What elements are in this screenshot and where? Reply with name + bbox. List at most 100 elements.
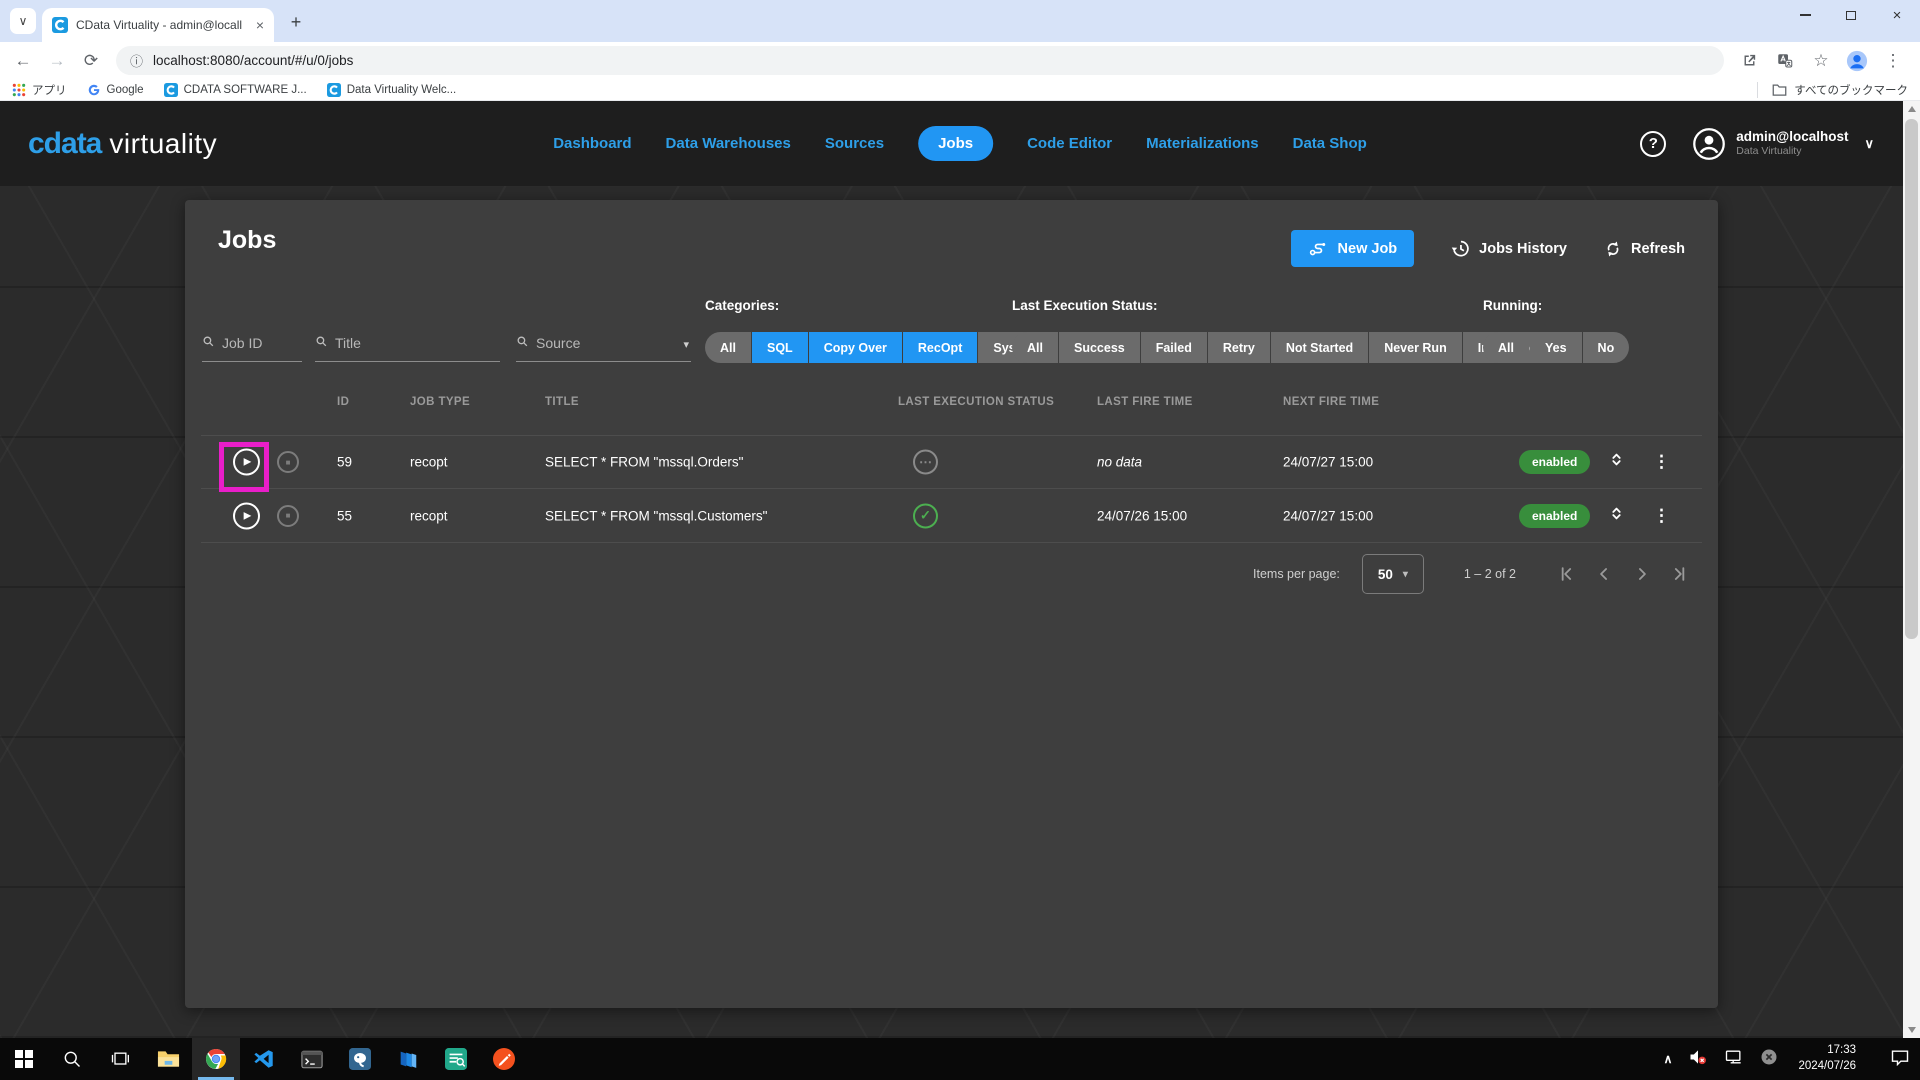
tab-close-icon[interactable]: × [256, 17, 264, 33]
title-input[interactable] [315, 326, 500, 362]
row-menu-icon[interactable]: ⋮ [1653, 452, 1670, 472]
dropdown-arrow-icon[interactable]: ▾ [683, 338, 689, 351]
table-row[interactable]: ▶ ■ 59 recopt SELECT * FROM "mssql.Order… [201, 435, 1702, 489]
bookmark-google[interactable]: Google [87, 83, 144, 97]
app-orange-taskbar-button[interactable] [480, 1038, 528, 1080]
chip-running-no[interactable]: No [1583, 332, 1630, 363]
col-id: ID [337, 396, 349, 408]
close-window-button[interactable]: × [1874, 0, 1920, 30]
chip-status-never-run[interactable]: Never Run [1369, 332, 1462, 363]
main-nav: Dashboard Data Warehouses Sources Jobs C… [553, 126, 1367, 161]
volume-muted-icon[interactable] [1688, 1048, 1708, 1071]
chip-status-all[interactable]: All [1012, 332, 1058, 363]
chip-status-retry[interactable]: Retry [1208, 332, 1270, 363]
stop-job-button[interactable]: ■ [277, 451, 299, 473]
first-page-button[interactable] [1556, 564, 1576, 584]
run-job-button[interactable]: ▶ [233, 502, 260, 529]
scroll-down-icon[interactable] [1903, 1022, 1920, 1038]
open-in-new-icon[interactable] [1734, 46, 1764, 76]
nav-code-editor[interactable]: Code Editor [1027, 135, 1112, 152]
clock[interactable]: 17:33 2024/07/26 [1798, 1043, 1856, 1074]
address-bar[interactable]: ⓘ localhost:8080/account/#/u/0/jobs [116, 46, 1724, 75]
all-bookmarks-button[interactable]: すべてのブックマーク [1757, 82, 1908, 98]
terminal-taskbar-button[interactable] [288, 1038, 336, 1080]
row-menu-icon[interactable]: ⋮ [1653, 506, 1670, 526]
nav-data-warehouses[interactable]: Data Warehouses [666, 135, 791, 152]
google-icon [87, 83, 101, 97]
previous-page-button[interactable] [1594, 564, 1614, 584]
bookmark-label: Data Virtuality Welc... [347, 84, 457, 96]
next-page-button[interactable] [1632, 564, 1652, 584]
notification-center-icon[interactable] [1890, 1048, 1910, 1071]
nav-data-shop[interactable]: Data Shop [1293, 135, 1367, 152]
pgadmin-taskbar-button[interactable] [336, 1038, 384, 1080]
app-header: cdata virtuality Dashboard Data Warehous… [0, 101, 1920, 186]
chip-status-not-started[interactable]: Not Started [1271, 332, 1368, 363]
maximize-button[interactable] [1828, 0, 1874, 30]
nav-materializations[interactable]: Materializations [1146, 135, 1259, 152]
translate-icon[interactable] [1770, 46, 1800, 76]
chip-status-success[interactable]: Success [1059, 332, 1140, 363]
new-job-button[interactable]: New Job [1291, 230, 1415, 267]
bookmark-apps[interactable]: アプリ [12, 82, 67, 98]
chip-category-sql[interactable]: SQL [752, 332, 808, 363]
chip-running-all[interactable]: All [1483, 332, 1529, 363]
back-button[interactable]: ← [8, 46, 38, 76]
minimize-button[interactable] [1782, 0, 1828, 30]
browser-menu-icon[interactable]: ⋮ [1878, 46, 1908, 76]
bookmark-star-icon[interactable]: ☆ [1806, 46, 1836, 76]
profile-avatar[interactable] [1842, 46, 1872, 76]
new-tab-button[interactable]: + [282, 8, 310, 36]
source-input[interactable] [516, 326, 691, 362]
network-icon[interactable] [1724, 1048, 1744, 1071]
items-per-page-select[interactable]: 50 ▾ [1362, 554, 1424, 594]
taskbar-search-button[interactable] [48, 1038, 96, 1080]
site-info-icon[interactable]: ⓘ [130, 51, 143, 70]
enabled-badge[interactable]: enabled [1519, 504, 1590, 528]
bookmark-cdata-software[interactable]: CDATA SOFTWARE J... [164, 83, 307, 97]
stop-job-button[interactable]: ■ [277, 505, 299, 527]
last-page-button[interactable] [1670, 564, 1690, 584]
chip-running-yes[interactable]: Yes [1530, 332, 1582, 363]
toggle-enabled-icon[interactable] [1607, 504, 1626, 528]
help-button[interactable]: ? [1640, 131, 1666, 157]
task-view-button[interactable] [96, 1038, 144, 1080]
refresh-button[interactable]: Refresh [1603, 239, 1685, 259]
enabled-badge[interactable]: enabled [1519, 450, 1590, 474]
forward-button[interactable]: → [42, 46, 72, 76]
app-logo[interactable]: cdata virtuality [28, 127, 217, 161]
nav-sources[interactable]: Sources [825, 135, 884, 152]
status-success-icon: ✓ [913, 503, 938, 528]
page-scrollbar[interactable] [1903, 101, 1920, 1038]
chip-category-all[interactable]: All [705, 332, 751, 363]
table-row[interactable]: ▶ ■ 55 recopt SELECT * FROM "mssql.Custo… [201, 489, 1702, 543]
scrollbar-thumb[interactable] [1905, 119, 1918, 639]
tray-expand-icon[interactable]: ∧ [1664, 1052, 1673, 1066]
items-per-page-value: 50 [1378, 567, 1393, 582]
app-layers-taskbar-button[interactable] [384, 1038, 432, 1080]
tab-list-button[interactable]: ∨ [10, 8, 36, 34]
chrome-taskbar-button[interactable] [192, 1038, 240, 1080]
app-viewport: cdata virtuality Dashboard Data Warehous… [0, 101, 1920, 1038]
account-org: Data Virtuality [1736, 145, 1848, 158]
nav-jobs[interactable]: Jobs [918, 126, 993, 161]
chip-category-copy-over[interactable]: Copy Over [809, 332, 902, 363]
browser-tab[interactable]: CData Virtuality - admin@locall × [42, 8, 274, 42]
tray-time: 17:33 [1798, 1043, 1856, 1059]
reload-button[interactable]: ⟳ [76, 46, 106, 76]
url-text[interactable]: localhost:8080/account/#/u/0/jobs [153, 53, 353, 68]
status-circle-icon[interactable] [1760, 1048, 1778, 1071]
bookmark-data-virtuality[interactable]: Data Virtuality Welc... [327, 83, 457, 97]
chip-category-recopt[interactable]: RecOpt [903, 332, 977, 363]
scroll-up-icon[interactable] [1903, 101, 1920, 117]
job-id-input[interactable] [202, 326, 302, 362]
vscode-taskbar-button[interactable] [240, 1038, 288, 1080]
start-button[interactable] [0, 1038, 48, 1080]
account-menu[interactable]: admin@localhost Data Virtuality ∨ [1692, 127, 1874, 161]
log-viewer-taskbar-button[interactable] [432, 1038, 480, 1080]
toggle-enabled-icon[interactable] [1607, 450, 1626, 474]
nav-dashboard[interactable]: Dashboard [553, 135, 631, 152]
file-explorer-button[interactable] [144, 1038, 192, 1080]
jobs-history-button[interactable]: Jobs History [1450, 238, 1567, 259]
chip-status-failed[interactable]: Failed [1141, 332, 1207, 363]
